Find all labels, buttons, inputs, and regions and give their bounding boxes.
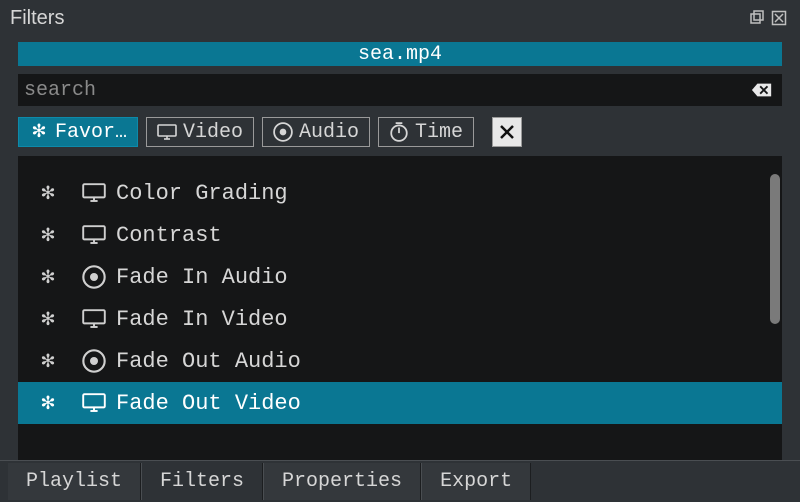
close-category-button[interactable] xyxy=(492,117,522,147)
scrollbar-thumb[interactable] xyxy=(770,174,780,324)
favorite-icon: ✻ xyxy=(38,306,58,332)
filter-row[interactable]: ✻ Fade In Video xyxy=(18,298,782,340)
search-input[interactable] xyxy=(24,79,750,102)
filter-row[interactable]: ✻ Contrast xyxy=(18,214,782,256)
tab-properties[interactable]: Properties xyxy=(263,463,421,500)
filter-list: ✻ Color Grading ✻ Contrast ✻ Fade In Aud… xyxy=(18,156,782,460)
tab-playlist[interactable]: Playlist xyxy=(8,463,141,500)
filter-row[interactable]: ✻ Fade Out Video xyxy=(18,382,782,424)
favorite-icon: ✻ xyxy=(38,180,58,206)
disc-icon xyxy=(82,351,106,371)
monitor-icon xyxy=(82,309,106,329)
category-favorites-label: Favor… xyxy=(55,121,127,144)
category-video[interactable]: Video xyxy=(146,117,254,147)
category-audio[interactable]: Audio xyxy=(262,117,370,147)
monitor-icon xyxy=(82,225,106,245)
filter-row[interactable]: ✻ Fade Out Audio xyxy=(18,340,782,382)
filter-row[interactable]: ✻ Fade In Audio xyxy=(18,256,782,298)
filter-name: Color Grading xyxy=(116,181,288,206)
clear-search-icon[interactable] xyxy=(750,80,774,100)
filter-row[interactable]: ✻ Color Grading xyxy=(18,172,782,214)
filter-name: Fade Out Audio xyxy=(116,349,301,374)
disc-icon xyxy=(82,267,106,287)
favorite-icon: ✻ xyxy=(38,348,58,374)
search-row xyxy=(18,74,782,106)
monitor-icon xyxy=(157,122,177,142)
monitor-icon xyxy=(82,393,106,413)
category-row: ✻ Favor… Video Audio Time xyxy=(18,114,782,150)
favorite-icon: ✻ xyxy=(38,390,58,416)
category-video-label: Video xyxy=(183,121,243,144)
category-time[interactable]: Time xyxy=(378,117,474,147)
close-panel-icon[interactable] xyxy=(770,9,788,27)
disc-icon xyxy=(273,122,293,142)
favorite-icon: ✻ xyxy=(38,222,58,248)
monitor-icon xyxy=(82,183,106,203)
tab-export[interactable]: Export xyxy=(421,463,531,500)
current-file-bar: sea.mp4 xyxy=(18,42,782,66)
filter-name: Fade In Video xyxy=(116,307,288,332)
category-audio-label: Audio xyxy=(299,121,359,144)
filter-row-partial xyxy=(18,156,782,172)
stopwatch-icon xyxy=(389,122,409,142)
asterisk-icon: ✻ xyxy=(29,122,49,142)
filter-name: Contrast xyxy=(116,223,222,248)
category-time-label: Time xyxy=(415,121,463,144)
category-favorites[interactable]: ✻ Favor… xyxy=(18,117,138,147)
panel-title: Filters xyxy=(10,7,64,30)
undock-icon[interactable] xyxy=(748,9,766,27)
filter-name: Fade In Audio xyxy=(116,265,288,290)
panel-titlebar: Filters xyxy=(0,0,800,36)
tab-filters[interactable]: Filters xyxy=(141,463,263,500)
bottom-tabbar: Playlist Filters Properties Export xyxy=(0,460,800,502)
current-file-name: sea.mp4 xyxy=(358,43,442,66)
filter-name: Fade Out Video xyxy=(116,391,301,416)
filters-panel: Filters sea.mp4 ✻ Favor… xyxy=(0,0,800,502)
favorite-icon: ✻ xyxy=(38,264,58,290)
